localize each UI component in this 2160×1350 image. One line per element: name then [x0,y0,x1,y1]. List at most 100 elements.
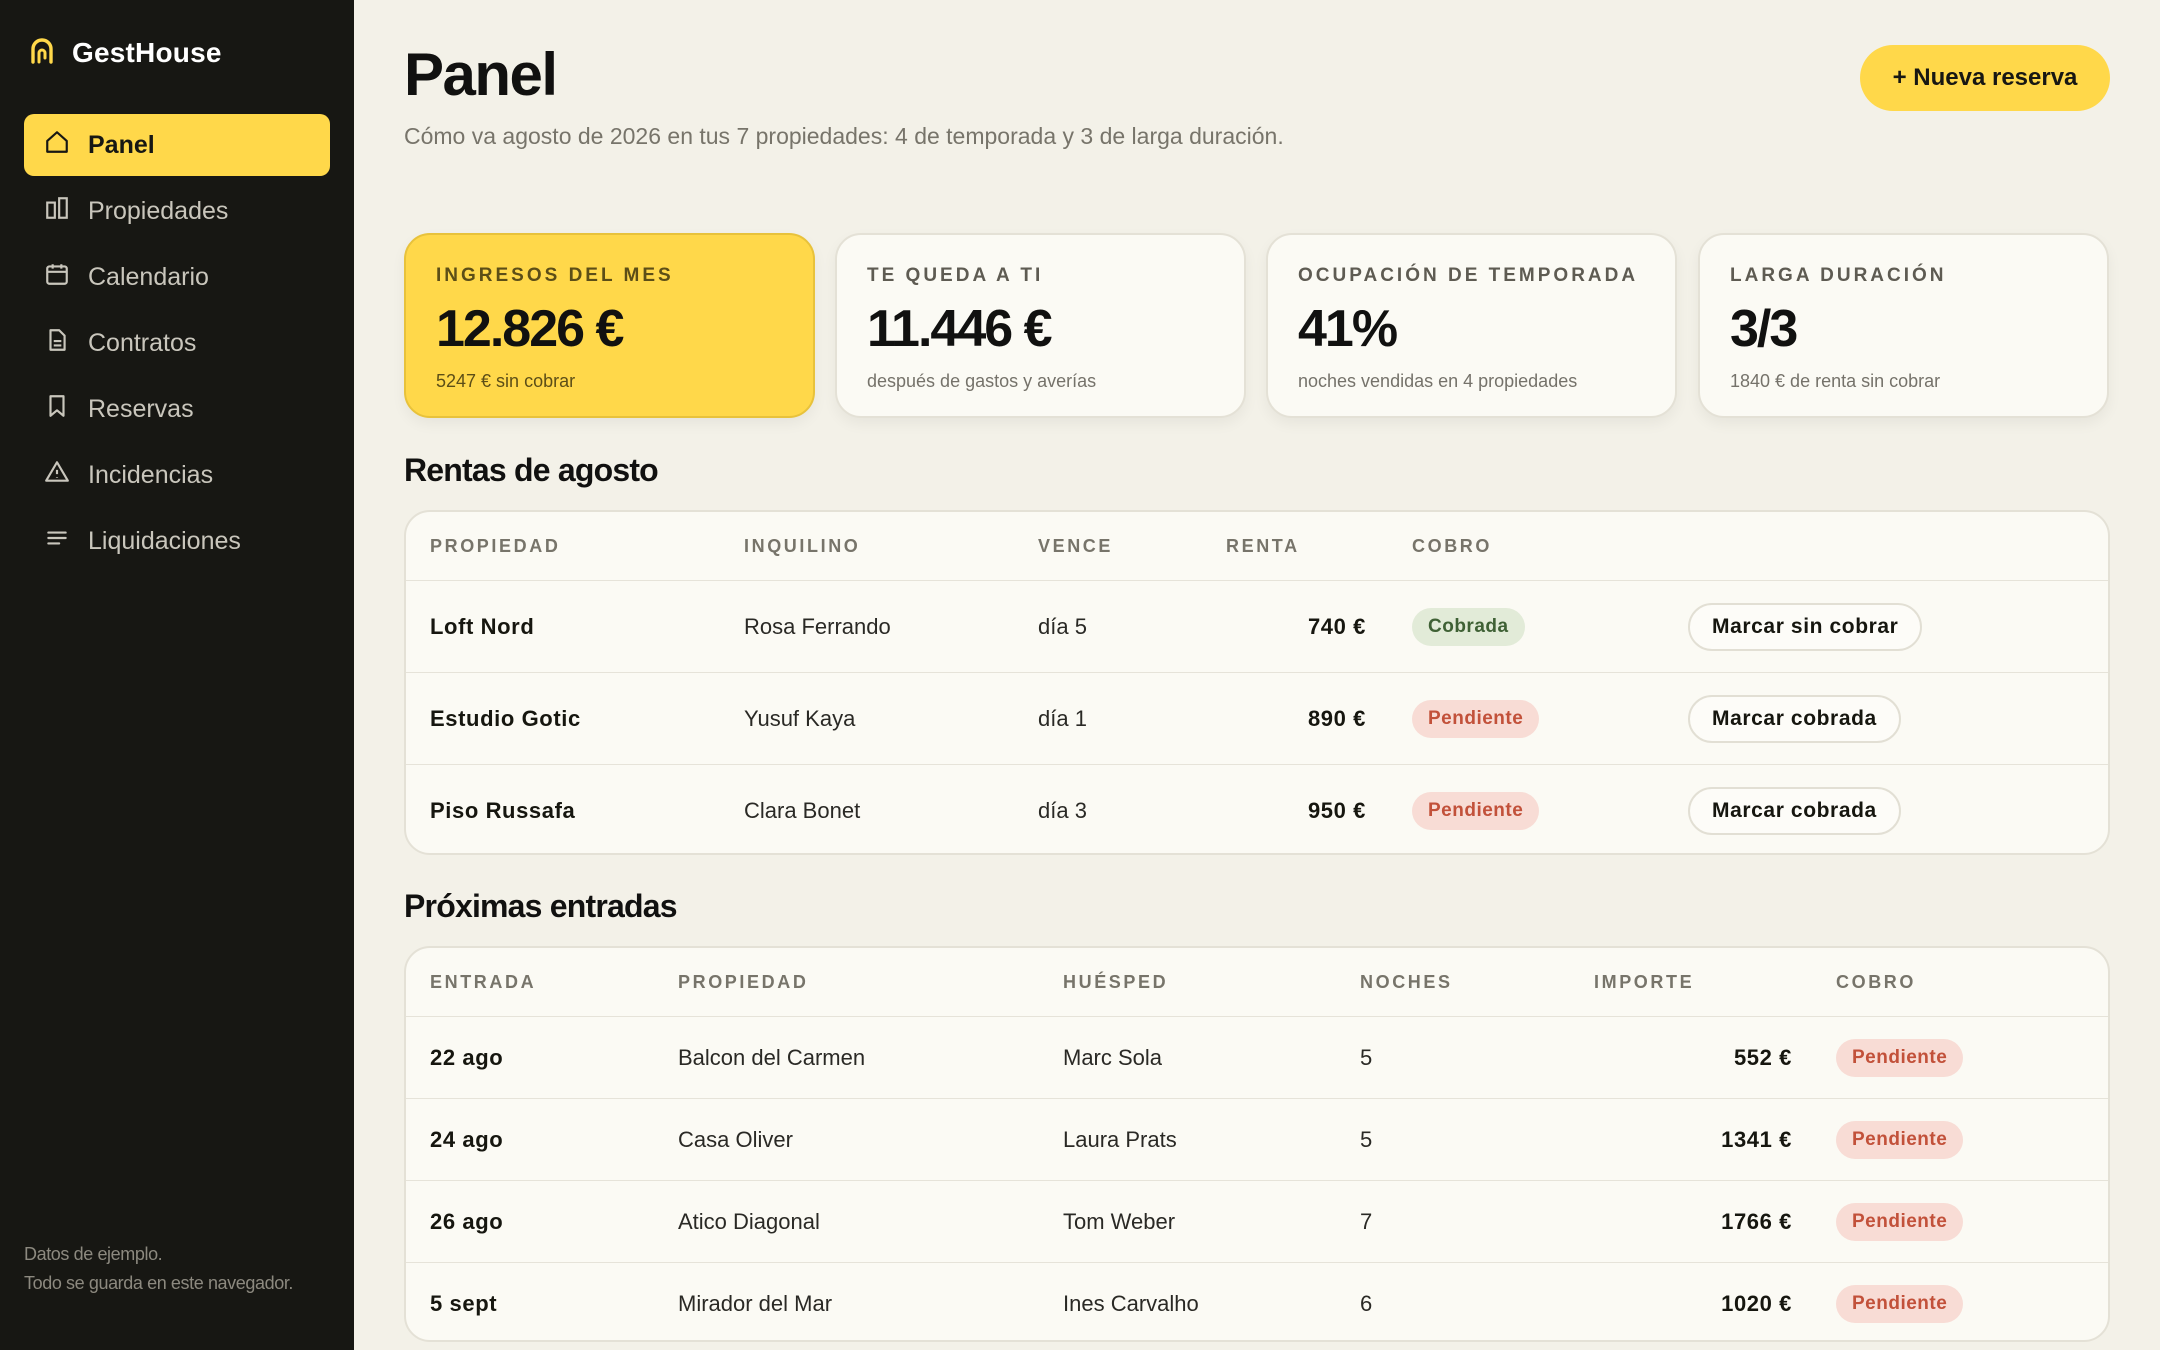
status-badge: Pendiente [1836,1284,1964,1323]
kpi-value: 12.826 € [436,300,624,358]
kpi-subtext: noches vendidas en 4 propiedades [1298,371,1578,391]
rent-amount: 950 € [1307,797,1366,823]
arrival-guest: Tom Weber [1063,1208,1176,1234]
arrival-guest: Marc Sola [1063,1044,1163,1070]
arrival-nights: 5 [1360,1044,1373,1070]
arrival-date: 24 ago [430,1126,504,1152]
arrival-property: Casa Oliver [678,1126,793,1152]
arrival-amount: 1341 € [1721,1126,1792,1152]
arrival-property: Balcon del Carmen [678,1044,866,1070]
status-badge: Pendiente [1412,791,1540,830]
sidebar-item-liquidaciones[interactable]: Liquidaciones [24,510,330,572]
kpi-value: 3/3 [1730,300,1798,358]
page-title: Panel [404,41,558,108]
new-booking-button[interactable]: + Nueva reserva [1860,45,2110,111]
table-header-row: ENTRADA PROPIEDAD HUÉSPED NOCHES IMPORTE… [406,948,2108,1016]
kpi-subtext: 1840 € de renta sin cobrar [1730,371,1941,391]
column-header: ENTRADA [430,971,537,992]
arrival-amount: 1766 € [1721,1208,1792,1234]
kpi-cards: INGRESOS DEL MES 12.826 € 5247 € sin cob… [404,233,2110,418]
kpi-card-occupancy: OCUPACIÓN DE TEMPORADA 41% noches vendid… [1266,233,1677,418]
mark-paid-button[interactable]: Marcar cobrada [1688,694,1901,743]
arrival-amount: 552 € [1733,1044,1792,1070]
sidebar-item-propiedades[interactable]: Propiedades [24,180,330,242]
status-badge: Cobrada [1412,607,1525,646]
rent-due: día 1 [1038,705,1087,731]
arrival-date: 5 sept [430,1290,498,1316]
rent-tenant: Clara Bonet [744,797,861,823]
status-badge: Pendiente [1412,699,1540,738]
sidebar-item-calendario[interactable]: Calendario [24,246,330,308]
sidebar-item-label: Panel [88,130,155,159]
arrival-nights: 6 [1360,1290,1373,1316]
rents-section-title: Rentas de agosto [404,452,659,488]
kpi-label: INGRESOS DEL MES [436,265,674,286]
table-row: 24 ago Casa Oliver Laura Prats 5 1341 € … [406,1098,2108,1180]
column-header: VENCE [1038,535,1114,556]
arrivals-table: ENTRADA PROPIEDAD HUÉSPED NOCHES IMPORTE… [404,946,2110,1342]
rent-property: Estudio Gotic [430,705,581,731]
rent-tenant: Rosa Ferrando [744,613,891,639]
kpi-subtext: después de gastos y averías [867,371,1097,391]
sidebar-item-label: Incidencias [88,460,214,489]
table-row: 22 ago Balcon del Carmen Marc Sola 5 552… [406,1016,2108,1098]
arrival-guest: Laura Prats [1063,1126,1177,1152]
calendar-icon [44,261,70,294]
kpi-card-long-term: LARGA DURACIÓN 3/3 1840 € de renta sin c… [1698,233,2109,418]
sidebar-item-contratos[interactable]: Contratos [24,312,330,374]
column-header: HUÉSPED [1063,971,1169,992]
page-subtitle: Cómo va agosto de 2026 en tus 7 propieda… [404,123,1284,149]
table-row: 26 ago Atico Diagonal Tom Weber 7 1766 €… [406,1180,2108,1262]
kpi-subtext: 5247 € sin cobrar [436,371,576,391]
table-row: Piso Russafa Clara Bonet día 3 950 € Pen… [406,764,2108,853]
kpi-value: 11.446 € [867,300,1053,358]
document-icon [44,327,70,360]
sidebar-footer-note: Datos de ejemplo. Todo se guarda en este… [24,1244,294,1293]
table-row: 5 sept Mirador del Mar Ines Carvalho 6 1… [406,1262,2108,1340]
rent-property: Piso Russafa [430,797,576,823]
rent-property: Loft Nord [430,613,535,639]
arrival-amount: 1020 € [1721,1290,1792,1316]
arrival-nights: 5 [1360,1126,1373,1152]
rents-table: PROPIEDAD INQUILINO VENCE RENTA COBRO Lo… [404,510,2110,855]
rent-tenant: Yusuf Kaya [744,705,856,731]
buildings-icon [44,195,70,228]
rent-amount: 740 € [1307,613,1366,639]
arrival-property: Atico Diagonal [678,1208,820,1234]
column-header: NOCHES [1360,971,1453,992]
column-header: PROPIEDAD [430,535,561,556]
brand-logo-icon [30,37,54,69]
mark-unpaid-button[interactable]: Marcar sin cobrar [1688,602,1923,651]
home-icon [44,129,70,162]
sidebar-item-panel[interactable]: Panel [24,114,330,176]
status-badge: Pendiente [1836,1120,1964,1159]
arrival-guest: Ines Carvalho [1063,1290,1199,1316]
brand-name: GestHouse [72,37,222,68]
column-header: RENTA [1226,535,1300,556]
brand[interactable]: GestHouse [30,36,222,70]
sidebar-item-label: Propiedades [88,196,229,225]
bookmark-icon [44,393,70,426]
sidebar-item-reservas[interactable]: Reservas [24,378,330,440]
table-row: Estudio Gotic Yusuf Kaya día 1 890 € Pen… [406,672,2108,764]
arrivals-section-title: Próximas entradas [404,888,678,924]
sidebar-item-incidencias[interactable]: Incidencias [24,444,330,506]
kpi-card-income: INGRESOS DEL MES 12.826 € 5247 € sin cob… [404,233,815,418]
sidebar-item-label: Calendario [88,262,209,291]
main-content: Panel Cómo va agosto de 2026 en tus 7 pr… [354,0,2160,1350]
sidebar: GestHouse Panel Propiedades Calendario C… [0,0,354,1350]
sidebar-item-label: Reservas [88,394,194,423]
arrival-property: Mirador del Mar [678,1290,833,1316]
status-badge: Pendiente [1836,1202,1964,1241]
column-header: PROPIEDAD [678,971,809,992]
rent-amount: 890 € [1307,705,1366,731]
arrival-date: 26 ago [430,1208,504,1234]
rent-due: día 5 [1038,613,1087,639]
sidebar-item-label: Liquidaciones [88,526,241,555]
mark-paid-button[interactable]: Marcar cobrada [1688,786,1901,835]
kpi-label: LARGA DURACIÓN [1730,265,1947,286]
column-header: IMPORTE [1594,971,1695,992]
list-icon [44,525,70,558]
kpi-label: OCUPACIÓN DE TEMPORADA [1298,265,1639,286]
kpi-card-net: TE QUEDA A TI 11.446 € después de gastos… [835,233,1246,418]
